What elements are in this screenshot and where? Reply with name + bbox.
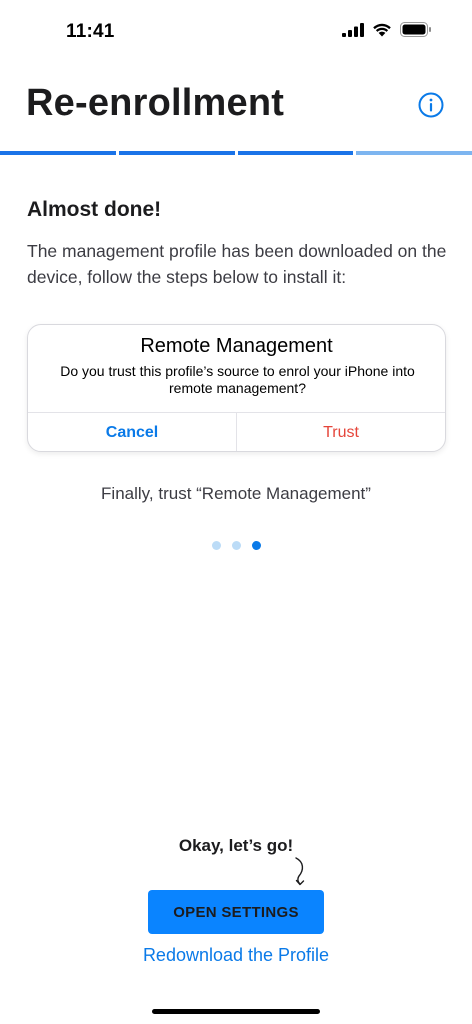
redownload-profile-link[interactable]: Redownload the Profile xyxy=(0,945,472,966)
dialog-message: Do you trust this profile’s source to en… xyxy=(60,363,415,396)
carousel-dot-active[interactable] xyxy=(251,541,261,550)
page-title: Re-enrollment xyxy=(26,82,285,124)
carousel-dots xyxy=(0,541,472,550)
dialog-trust-button: Trust xyxy=(323,424,359,441)
carousel-dot[interactable] xyxy=(231,541,241,550)
progress-segment xyxy=(356,151,472,155)
wifi-icon xyxy=(373,23,391,37)
open-settings-button[interactable]: OPEN SETTINGS xyxy=(148,890,324,934)
trust-dialog-illustration: Remote Management Do you trust this prof… xyxy=(27,324,446,452)
dialog-cancel-button: Cancel xyxy=(28,413,237,451)
carousel-dot[interactable] xyxy=(211,541,221,550)
header: Re-enrollment xyxy=(0,80,472,140)
dialog-title: Remote Management xyxy=(140,335,333,357)
content: Almost done! The management profile has … xyxy=(27,198,447,290)
progress-segment xyxy=(237,151,354,155)
status-bar: 11:41 xyxy=(0,0,472,60)
step-caption: Finally, trust “Remote Management” xyxy=(101,484,371,503)
progress-bar xyxy=(0,151,472,155)
progress-segment xyxy=(118,151,235,155)
dialog-actions: Cancel Trust xyxy=(28,412,445,451)
status-icons xyxy=(342,22,432,37)
home-indicator xyxy=(152,1009,320,1014)
status-time: 11:41 xyxy=(66,21,115,42)
section-description: The management profile has been download… xyxy=(27,241,447,287)
battery-icon xyxy=(400,22,431,37)
progress-segment xyxy=(0,151,116,155)
section-title: Almost done! xyxy=(27,198,162,221)
signal-icon xyxy=(342,22,364,37)
curved-arrow-icon xyxy=(295,857,305,886)
info-button[interactable] xyxy=(418,92,444,118)
hint-text: Okay, let’s go! xyxy=(178,836,294,855)
info-icon xyxy=(418,92,444,118)
